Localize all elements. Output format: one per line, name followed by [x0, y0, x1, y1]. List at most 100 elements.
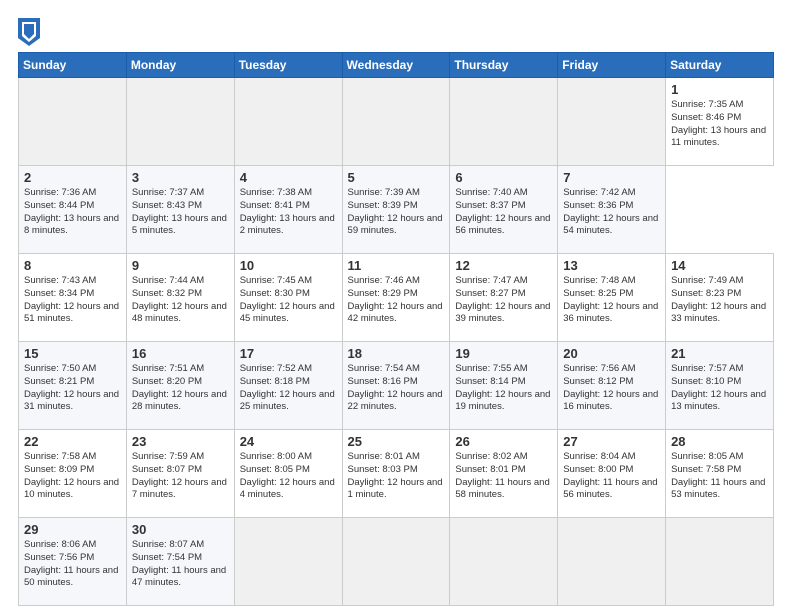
- day-number: 12: [455, 258, 552, 273]
- day-info: Sunrise: 7:47 AMSunset: 8:27 PMDaylight:…: [455, 275, 552, 326]
- day-number: 28: [671, 434, 768, 449]
- day-info: Sunrise: 7:52 AMSunset: 8:18 PMDaylight:…: [240, 363, 337, 414]
- day-cell: 8 Sunrise: 7:43 AMSunset: 8:34 PMDaylight…: [19, 254, 127, 342]
- day-info: Sunrise: 7:42 AMSunset: 8:36 PMDaylight:…: [563, 187, 660, 238]
- day-info: Sunrise: 8:02 AMSunset: 8:01 PMDaylight:…: [455, 451, 552, 502]
- header-day-saturday: Saturday: [666, 53, 774, 78]
- day-number: 11: [348, 258, 445, 273]
- day-cell: 28 Sunrise: 8:05 AMSunset: 7:58 PMDayligh…: [666, 430, 774, 518]
- day-cell: 22Sunrise: 7:58 AMSunset: 8:09 PMDayligh…: [19, 430, 127, 518]
- day-number: 16: [132, 346, 229, 361]
- day-info: Sunrise: 7:56 AMSunset: 8:12 PMDaylight:…: [563, 363, 660, 414]
- week-row-5: 22Sunrise: 7:58 AMSunset: 8:09 PMDayligh…: [19, 430, 774, 518]
- header-day-sunday: Sunday: [19, 53, 127, 78]
- day-number: 2: [24, 170, 121, 185]
- day-info: Sunrise: 7:57 AMSunset: 8:10 PMDaylight:…: [671, 363, 768, 414]
- day-info: Sunrise: 7:48 AMSunset: 8:25 PMDaylight:…: [563, 275, 660, 326]
- day-number: 17: [240, 346, 337, 361]
- day-number: 3: [132, 170, 229, 185]
- day-info: Sunrise: 7:46 AMSunset: 8:29 PMDaylight:…: [348, 275, 445, 326]
- day-number: 15: [24, 346, 121, 361]
- day-cell: [666, 518, 774, 606]
- day-cell: [19, 78, 127, 166]
- day-cell: 29 Sunrise: 8:06 AMSunset: 7:56 PMDayligh…: [19, 518, 127, 606]
- day-cell: 13 Sunrise: 7:48 AMSunset: 8:25 PMDayligh…: [558, 254, 666, 342]
- day-info: Sunrise: 8:04 AMSunset: 8:00 PMDaylight:…: [563, 451, 660, 502]
- calendar-body: 1 Sunrise: 7:35 AMSunset: 8:46 PMDaylight…: [19, 78, 774, 606]
- day-cell: [450, 518, 558, 606]
- day-cell: 7 Sunrise: 7:42 AMSunset: 8:36 PMDaylight…: [558, 166, 666, 254]
- week-row-1: 1 Sunrise: 7:35 AMSunset: 8:46 PMDaylight…: [19, 78, 774, 166]
- day-cell: 18 Sunrise: 7:54 AMSunset: 8:16 PMDayligh…: [342, 342, 450, 430]
- day-number: 10: [240, 258, 337, 273]
- day-number: 7: [563, 170, 660, 185]
- day-cell: 17 Sunrise: 7:52 AMSunset: 8:18 PMDayligh…: [234, 342, 342, 430]
- day-cell: 27 Sunrise: 8:04 AMSunset: 8:00 PMDayligh…: [558, 430, 666, 518]
- day-number: 24: [240, 434, 337, 449]
- header: [18, 18, 774, 46]
- day-info: Sunrise: 7:49 AMSunset: 8:23 PMDaylight:…: [671, 275, 768, 326]
- day-cell: 4Sunrise: 7:38 AMSunset: 8:41 PMDaylight…: [234, 166, 342, 254]
- day-number: 13: [563, 258, 660, 273]
- day-cell: [342, 518, 450, 606]
- day-info: Sunrise: 7:38 AMSunset: 8:41 PMDaylight:…: [240, 187, 337, 238]
- day-info: Sunrise: 8:01 AMSunset: 8:03 PMDaylight:…: [348, 451, 445, 502]
- day-cell: [342, 78, 450, 166]
- calendar: SundayMondayTuesdayWednesdayThursdayFrid…: [18, 52, 774, 606]
- day-number: 6: [455, 170, 552, 185]
- header-row: SundayMondayTuesdayWednesdayThursdayFrid…: [19, 53, 774, 78]
- day-cell: 26 Sunrise: 8:02 AMSunset: 8:01 PMDayligh…: [450, 430, 558, 518]
- header-day-thursday: Thursday: [450, 53, 558, 78]
- day-number: 20: [563, 346, 660, 361]
- day-info: Sunrise: 7:58 AMSunset: 8:09 PMDaylight:…: [24, 451, 121, 502]
- day-number: 30: [132, 522, 229, 537]
- day-cell: 12 Sunrise: 7:47 AMSunset: 8:27 PMDayligh…: [450, 254, 558, 342]
- day-cell: [126, 78, 234, 166]
- day-number: 18: [348, 346, 445, 361]
- day-cell: [558, 518, 666, 606]
- day-number: 29: [24, 522, 121, 537]
- day-number: 9: [132, 258, 229, 273]
- day-cell: [558, 78, 666, 166]
- day-cell: 5 Sunrise: 7:39 AMSunset: 8:39 PMDaylight…: [342, 166, 450, 254]
- day-info: Sunrise: 7:36 AMSunset: 8:44 PMDaylight:…: [24, 187, 121, 238]
- day-cell: [234, 78, 342, 166]
- day-info: Sunrise: 7:43 AMSunset: 8:34 PMDaylight:…: [24, 275, 121, 326]
- day-cell: 9 Sunrise: 7:44 AMSunset: 8:32 PMDaylight…: [126, 254, 234, 342]
- day-info: Sunrise: 7:44 AMSunset: 8:32 PMDaylight:…: [132, 275, 229, 326]
- day-info: Sunrise: 7:59 AMSunset: 8:07 PMDaylight:…: [132, 451, 229, 502]
- calendar-header: SundayMondayTuesdayWednesdayThursdayFrid…: [19, 53, 774, 78]
- day-info: Sunrise: 7:37 AMSunset: 8:43 PMDaylight:…: [132, 187, 229, 238]
- day-cell: 11 Sunrise: 7:46 AMSunset: 8:29 PMDayligh…: [342, 254, 450, 342]
- day-info: Sunrise: 7:54 AMSunset: 8:16 PMDaylight:…: [348, 363, 445, 414]
- header-day-friday: Friday: [558, 53, 666, 78]
- day-number: 26: [455, 434, 552, 449]
- day-number: 5: [348, 170, 445, 185]
- logo-icon: [18, 18, 40, 46]
- day-cell: 6Sunrise: 7:40 AMSunset: 8:37 PMDaylight…: [450, 166, 558, 254]
- day-number: 8: [24, 258, 121, 273]
- day-info: Sunrise: 7:39 AMSunset: 8:39 PMDaylight:…: [348, 187, 445, 238]
- day-cell: 2 Sunrise: 7:36 AMSunset: 8:44 PMDaylight…: [19, 166, 127, 254]
- day-cell: 16Sunrise: 7:51 AMSunset: 8:20 PMDayligh…: [126, 342, 234, 430]
- day-number: 1: [671, 82, 768, 97]
- day-number: 23: [132, 434, 229, 449]
- day-cell: [450, 78, 558, 166]
- day-cell: 25Sunrise: 8:01 AMSunset: 8:03 PMDayligh…: [342, 430, 450, 518]
- day-cell: 23 Sunrise: 7:59 AMSunset: 8:07 PMDayligh…: [126, 430, 234, 518]
- day-info: Sunrise: 8:05 AMSunset: 7:58 PMDaylight:…: [671, 451, 768, 502]
- day-info: Sunrise: 7:35 AMSunset: 8:46 PMDaylight:…: [671, 99, 768, 150]
- day-number: 27: [563, 434, 660, 449]
- day-cell: 10Sunrise: 7:45 AMSunset: 8:30 PMDayligh…: [234, 254, 342, 342]
- day-cell: 30 Sunrise: 8:07 AMSunset: 7:54 PMDayligh…: [126, 518, 234, 606]
- day-info: Sunrise: 8:07 AMSunset: 7:54 PMDaylight:…: [132, 539, 229, 590]
- day-info: Sunrise: 8:06 AMSunset: 7:56 PMDaylight:…: [24, 539, 121, 590]
- day-info: Sunrise: 7:50 AMSunset: 8:21 PMDaylight:…: [24, 363, 121, 414]
- header-day-monday: Monday: [126, 53, 234, 78]
- day-number: 19: [455, 346, 552, 361]
- day-cell: 24Sunrise: 8:00 AMSunset: 8:05 PMDayligh…: [234, 430, 342, 518]
- week-row-3: 8 Sunrise: 7:43 AMSunset: 8:34 PMDaylight…: [19, 254, 774, 342]
- week-row-2: 2 Sunrise: 7:36 AMSunset: 8:44 PMDaylight…: [19, 166, 774, 254]
- page: SundayMondayTuesdayWednesdayThursdayFrid…: [0, 0, 792, 616]
- day-number: 14: [671, 258, 768, 273]
